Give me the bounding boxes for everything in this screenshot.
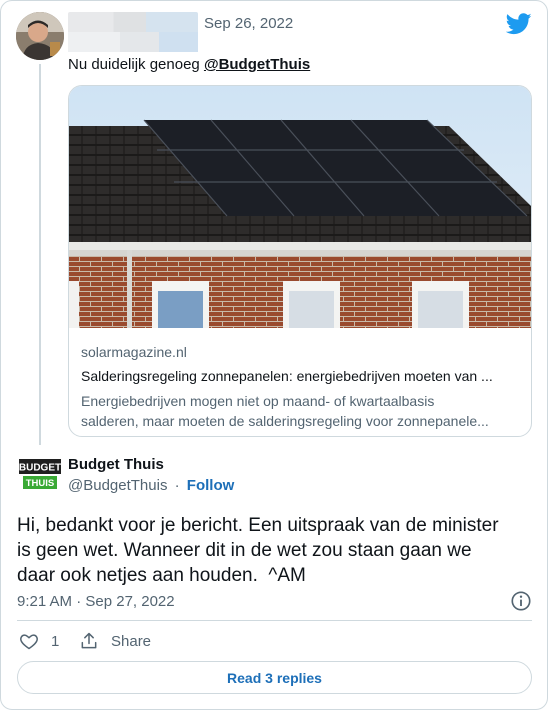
- link-title: Salderingsregeling zonnepanelen: energie…: [81, 368, 493, 384]
- logo-text-bottom: THUIS: [26, 478, 55, 489]
- link-preview-card[interactable]: solarmagazine.nl Salderingsregeling zonn…: [68, 85, 532, 437]
- tweet-embed-card: Sep 26, 2022 Nu duidelijk genoeg @Budget…: [0, 0, 548, 710]
- budget-thuis-logo-avatar[interactable]: BUDGET THUIS: [17, 456, 63, 492]
- handle-separator: ·: [174, 477, 180, 494]
- logo-text-top: BUDGET: [19, 463, 61, 474]
- link-domain: solarmagazine.nl: [81, 344, 187, 360]
- heart-icon: [20, 634, 38, 650]
- link-preview-meta: solarmagazine.nl Salderingsregeling zonn…: [81, 344, 521, 431]
- twitter-bird-icon[interactable]: [506, 13, 532, 35]
- author-handle-row: @BudgetThuis · Follow: [68, 477, 234, 494]
- thread-connector-line: [39, 64, 41, 445]
- parent-tweet-prefix: Nu duidelijk genoeg: [68, 56, 200, 73]
- link-description: Energiebedrijven mogen niet op maand- of…: [81, 391, 521, 431]
- share-label: Share: [111, 632, 152, 650]
- link-description-line: salderen, maar moeten de salderingsregel…: [81, 413, 489, 429]
- read-replies-button[interactable]: Read 3 replies: [17, 661, 532, 694]
- tweet-timestamp[interactable]: 9:21 AM · Sep 27, 2022: [17, 593, 175, 610]
- info-icon[interactable]: [510, 590, 532, 612]
- solar-panels-roof-image: [69, 86, 531, 328]
- like-button[interactable]: 1: [19, 631, 59, 651]
- mention-link[interactable]: @BudgetThuis: [204, 56, 310, 73]
- share-icon: [81, 632, 97, 649]
- author-handle[interactable]: @BudgetThuis: [68, 477, 167, 494]
- actions-divider: [17, 620, 532, 621]
- parent-author-name-blurred[interactable]: [68, 12, 198, 52]
- share-button[interactable]: Share: [79, 631, 151, 651]
- parent-tweet-date[interactable]: Sep 26, 2022: [204, 15, 293, 32]
- follow-button[interactable]: Follow: [187, 477, 235, 494]
- tweet-body-text: Hi, bedankt voor je bericht. Een uitspra…: [17, 515, 499, 586]
- parent-author-avatar[interactable]: [16, 12, 64, 60]
- link-description-line: Energiebedrijven mogen niet op maand- of…: [81, 393, 435, 409]
- parent-tweet-text: Nu duidelijk genoeg @BudgetThuis: [68, 56, 310, 73]
- like-count: 1: [51, 632, 60, 650]
- author-name[interactable]: Budget Thuis: [68, 456, 164, 473]
